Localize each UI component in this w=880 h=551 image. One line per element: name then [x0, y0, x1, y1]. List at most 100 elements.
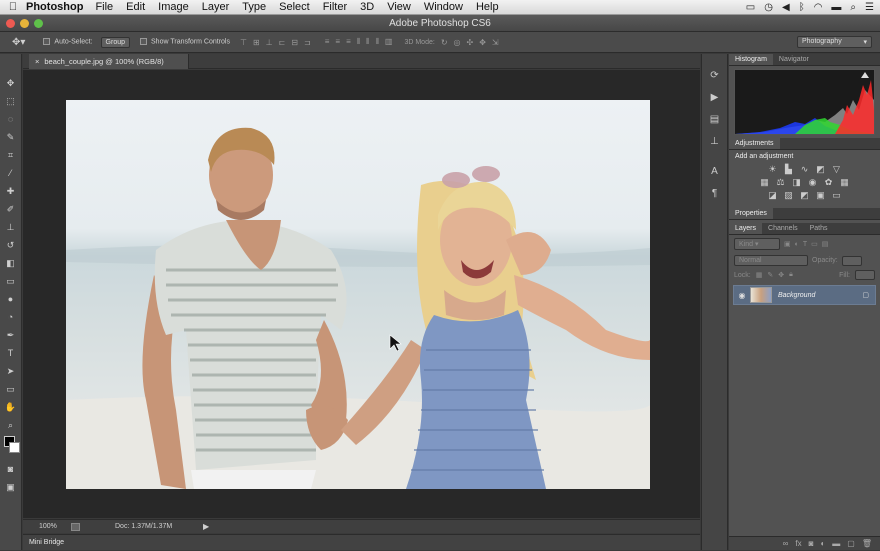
battery-icon[interactable]: ▬ [831, 2, 841, 13]
path-select-tool-icon[interactable]: ➤ [2, 362, 20, 380]
color-lookup-icon[interactable]: ▦ [839, 177, 850, 188]
distribute-left-icon[interactable]: ⫴ [357, 37, 360, 47]
screen-mode-icon[interactable]: ▣ [2, 478, 20, 496]
drag-3d-icon[interactable]: ✣ [467, 38, 474, 47]
actions-panel-icon[interactable]: ▶ [707, 90, 723, 106]
curves-icon[interactable]: ∿ [799, 164, 810, 175]
paragraph-panel-icon[interactable]: ¶ [707, 186, 723, 202]
history-brush-tool-icon[interactable]: ↺ [2, 236, 20, 254]
eyedropper-tool-icon[interactable]: ⁄ [2, 164, 20, 182]
distribute-right-icon[interactable]: ⫴ [376, 37, 379, 47]
minimize-window-icon[interactable] [20, 19, 29, 28]
search-icon[interactable]: ⌕ [850, 2, 856, 13]
roll-3d-icon[interactable]: ◎ [454, 38, 461, 47]
workspace-select[interactable]: Photography ▾ [797, 36, 872, 48]
menu-image[interactable]: Image [158, 1, 189, 13]
quick-select-tool-icon[interactable]: ✎ [2, 128, 20, 146]
selective-color-icon[interactable]: ▣ [815, 190, 826, 201]
wifi-icon[interactable]: ◠ [814, 2, 823, 13]
list-icon[interactable]: ☰ [865, 2, 874, 13]
move-tool-icon[interactable]: ✥ [2, 74, 20, 92]
gradient-tool-icon[interactable]: ▭ [2, 272, 20, 290]
align-right-icon[interactable]: ⊐ [304, 38, 311, 47]
slide-3d-icon[interactable]: ✥ [479, 38, 486, 47]
photo-canvas[interactable] [66, 100, 650, 489]
clock-icon[interactable]: ◷ [764, 2, 773, 13]
lasso-tool-icon[interactable]: ◌ [2, 110, 20, 128]
show-transform-checkbox[interactable]: Show Transform Controls [140, 38, 230, 46]
menu-edit[interactable]: Edit [126, 1, 145, 13]
auto-select-checkbox[interactable]: Auto-Select: [43, 38, 93, 46]
align-left-icon[interactable]: ⊏ [279, 38, 286, 47]
document-tab[interactable]: × beach_couple.jpg @ 100% (RGB/8) [29, 54, 189, 69]
healing-brush-tool-icon[interactable]: ✚ [2, 182, 20, 200]
visibility-eye-icon[interactable]: ◉ [734, 291, 750, 300]
quick-mask-icon[interactable]: ◙ [2, 460, 20, 478]
type-tool-icon[interactable]: T [2, 344, 20, 362]
close-tab-icon[interactable]: × [35, 57, 39, 66]
crop-tool-icon[interactable]: ⌗ [2, 146, 20, 164]
menu-file[interactable]: File [95, 1, 113, 13]
align-top-icon[interactable]: ⊤ [240, 38, 247, 47]
clone-source-icon[interactable]: ⊥ [707, 134, 723, 150]
tab-channels[interactable]: Channels [762, 223, 804, 234]
blend-mode-select[interactable]: Normal [734, 255, 808, 266]
apple-icon[interactable]:  [0, 1, 26, 13]
history-panel-icon[interactable]: ⟳ [707, 68, 723, 84]
filter-type-icon[interactable]: T [803, 241, 807, 248]
kind-filter-select[interactable]: Kind ▾ [734, 238, 780, 250]
filter-shape-icon[interactable]: ▭ [811, 240, 818, 248]
new-group-icon[interactable]: ▬ [832, 537, 840, 550]
display-icon[interactable]: ▭ [746, 2, 755, 13]
distribute-top-icon[interactable]: ≡ [325, 37, 330, 47]
tab-layers[interactable]: Layers [729, 223, 763, 234]
tab-navigator[interactable]: Navigator [773, 54, 815, 65]
shape-tool-icon[interactable]: ▭ [2, 380, 20, 398]
brush-tool-icon[interactable]: ✐ [2, 200, 20, 218]
menu-app-name[interactable]: Photoshop [26, 1, 83, 13]
align-vcenter-icon[interactable]: ⊞ [253, 38, 260, 47]
lock-paint-icon[interactable]: ✎ [767, 271, 773, 279]
layer-style-icon[interactable]: fx [795, 537, 801, 550]
brightness-icon[interactable]: ☀ [767, 164, 778, 175]
black-white-icon[interactable]: ◨ [791, 177, 802, 188]
new-layer-icon[interactable]: ▢ [847, 537, 855, 550]
eraser-tool-icon[interactable]: ◧ [2, 254, 20, 272]
zoom-window-icon[interactable] [34, 19, 43, 28]
menu-select[interactable]: Select [279, 1, 310, 13]
distribute-bottom-icon[interactable]: ≡ [346, 37, 351, 47]
add-mask-icon[interactable]: ◙ [809, 537, 814, 550]
vibrance-icon[interactable]: ▽ [831, 164, 842, 175]
tab-adjustments[interactable]: Adjustments [729, 138, 780, 149]
filter-adjust-icon[interactable]: ◐ [795, 241, 799, 248]
dodge-tool-icon[interactable]: ◔ [2, 308, 20, 326]
tab-properties[interactable]: Properties [729, 208, 773, 219]
stamp-tool-icon[interactable]: ⊥ [2, 218, 20, 236]
lock-all-icon[interactable]: 🔒︎ [789, 271, 793, 279]
opacity-input[interactable] [841, 255, 862, 266]
menu-window[interactable]: Window [424, 1, 463, 13]
character-panel-icon[interactable]: A [707, 164, 723, 180]
gradient-map-icon[interactable]: ▭ [831, 190, 842, 201]
menu-view[interactable]: View [387, 1, 411, 13]
bluetooth-icon[interactable]: ᛒ [799, 2, 805, 13]
menu-type[interactable]: Type [242, 1, 266, 13]
menu-filter[interactable]: Filter [323, 1, 347, 13]
align-hcenter-icon[interactable]: ⊟ [291, 38, 298, 47]
auto-align-icon[interactable]: ▥ [385, 37, 393, 47]
color-swatches[interactable] [2, 436, 20, 458]
pen-tool-icon[interactable]: ✒ [2, 326, 20, 344]
delete-layer-icon[interactable]: 🗑︎ [862, 537, 872, 550]
blur-tool-icon[interactable]: ● [2, 290, 20, 308]
rotate-3d-icon[interactable]: ↻ [441, 38, 448, 47]
hue-saturation-icon[interactable]: ▦ [759, 177, 770, 188]
status-arrow-icon[interactable]: ▶ [203, 520, 209, 534]
photo-filter-icon[interactable]: ◉ [807, 177, 818, 188]
canvas-area[interactable] [23, 70, 700, 518]
tool-presets-icon[interactable]: ▤ [707, 112, 723, 128]
menu-layer[interactable]: Layer [202, 1, 230, 13]
volume-icon[interactable]: ◀ [782, 2, 790, 13]
levels-icon[interactable]: ▙ [783, 164, 794, 175]
distribute-hcenter-icon[interactable]: ⫴ [366, 37, 369, 47]
move-tool-icon[interactable]: ✥▾ [12, 37, 25, 48]
